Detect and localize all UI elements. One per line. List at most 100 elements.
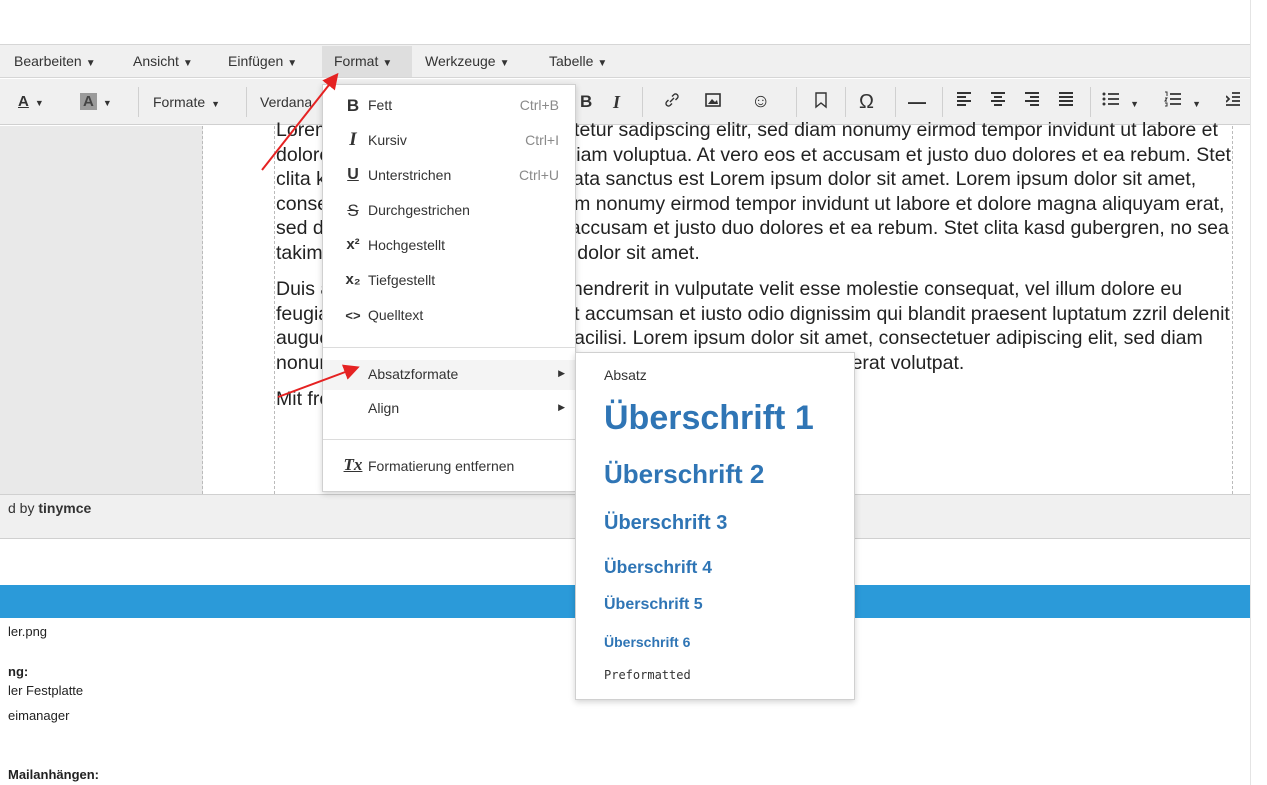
background-color-icon: A	[80, 93, 97, 110]
menu-item-label: Formatierung entfernen	[368, 458, 515, 474]
font-family-dropdown[interactable]: Verdana	[260, 91, 312, 113]
menu-item-align[interactable]: Align ▶	[323, 394, 575, 424]
align-center-button[interactable]	[990, 91, 1006, 113]
format-paragraph[interactable]: Absatz	[604, 367, 647, 383]
toolbar-divider	[246, 87, 247, 117]
menu-bearbeiten-label: Bearbeiten	[14, 53, 82, 69]
italic-button[interactable]: I	[613, 91, 620, 113]
toolbar-divider	[895, 87, 896, 117]
option-file-manager[interactable]: eimanager	[8, 708, 69, 723]
tinymce-link[interactable]: tinymce	[38, 500, 91, 516]
align-left-button[interactable]	[956, 91, 972, 113]
text-color-button[interactable]: A ▼	[18, 91, 44, 113]
menu-item-label: Align	[368, 400, 400, 416]
file-name: ler.png	[8, 624, 48, 639]
link-icon	[665, 93, 679, 107]
menu-item-strikethrough[interactable]: S Durchgestrichen	[323, 196, 575, 226]
menu-item-label: Quelltext	[368, 307, 424, 323]
paragraph-formats-submenu: Absatz Überschrift 1 Überschrift 2 Übers…	[575, 352, 855, 700]
menu-item-label: Durchgestrichen	[368, 202, 470, 218]
chevron-down-icon: ▼	[34, 98, 44, 108]
subscript-icon: x₂	[345, 271, 361, 288]
menu-item-label: Absatzformate	[368, 366, 459, 382]
image-button[interactable]	[704, 91, 722, 113]
menu-item-label: Fett	[368, 97, 393, 113]
format-heading-1[interactable]: Überschrift 1	[604, 399, 814, 438]
format-heading-5[interactable]: Überschrift 5	[604, 596, 703, 614]
menu-einfuegen-label: Einfügen	[228, 53, 284, 69]
menu-tabelle[interactable]: Tabelle ▼	[549, 53, 607, 69]
bookmark-button[interactable]	[814, 91, 828, 113]
numbered-list-icon	[1164, 91, 1181, 107]
menu-item-code[interactable]: <> Quelltext	[323, 301, 575, 331]
shortcut-label: Ctrl+U	[518, 167, 559, 183]
powered-by: d by tinymce	[8, 500, 91, 516]
menu-item-bold[interactable]: B Fett Ctrl+B	[323, 91, 575, 121]
menu-item-paragraph-formats[interactable]: Absatzformate ▶	[323, 360, 575, 390]
omega-icon: Ω	[859, 91, 874, 113]
menu-bearbeiten[interactable]: Bearbeiten ▼	[14, 53, 96, 69]
format-preformatted[interactable]: Preformatted	[604, 668, 691, 682]
background-color-button[interactable]: A ▼	[80, 91, 112, 113]
menu-format-label: Format	[334, 53, 379, 69]
bullet-list-icon	[1102, 92, 1119, 106]
chevron-down-icon: ▼	[499, 58, 510, 69]
emoticon-icon: ☺	[751, 91, 771, 112]
superscript-icon: x²	[346, 236, 360, 253]
chevron-down-icon: ▼	[211, 99, 221, 109]
top-blank-area	[0, 0, 1267, 44]
format-heading-6[interactable]: Überschrift 6	[604, 634, 690, 650]
menu-item-superscript[interactable]: x² Hochgestellt	[323, 231, 575, 261]
toolbar-divider	[138, 87, 139, 117]
chevron-down-icon: ▼	[102, 98, 112, 108]
horizontal-rule-button[interactable]: —	[908, 91, 926, 113]
bold-icon: B	[346, 96, 360, 115]
menu-item-label: Kursiv	[368, 132, 407, 148]
bookmark-icon	[815, 92, 827, 109]
image-icon	[705, 93, 721, 107]
text-color-icon: A	[18, 93, 29, 110]
editor-margin-left	[0, 126, 203, 494]
page-border-left	[274, 126, 275, 494]
menu-ansicht-label: Ansicht	[133, 53, 179, 69]
menu-format[interactable]: Format ▼	[334, 53, 392, 69]
menu-item-underline[interactable]: U Unterstrichen Ctrl+U	[323, 161, 575, 191]
align-center-icon	[991, 92, 1005, 106]
chevron-down-icon: ▼	[1192, 99, 1202, 109]
menu-werkzeuge[interactable]: Werkzeuge ▼	[425, 53, 509, 69]
format-heading-4[interactable]: Überschrift 4	[604, 557, 712, 578]
bullet-list-button[interactable]: ▼	[1102, 91, 1139, 113]
chevron-down-icon: ▼	[1130, 99, 1140, 109]
menu-item-clear-formatting[interactable]: Tx Formatierung entfernen	[323, 452, 575, 482]
link-button[interactable]	[663, 91, 681, 113]
menu-item-subscript[interactable]: x₂ Tiefgestellt	[323, 266, 575, 296]
italic-icon: I	[349, 129, 357, 150]
menu-einfuegen[interactable]: Einfügen ▼	[228, 53, 297, 69]
format-dropdown-menu: B Fett Ctrl+B I Kursiv Ctrl+I U Unterstr…	[322, 84, 576, 492]
align-left-icon	[957, 92, 971, 106]
formats-dropdown[interactable]: Formate ▼	[153, 91, 220, 113]
strikethrough-icon: S	[347, 201, 359, 220]
format-heading-3[interactable]: Überschrift 3	[604, 512, 727, 535]
align-right-button[interactable]	[1024, 91, 1040, 113]
section-label: ng:	[8, 664, 29, 679]
menu-item-italic[interactable]: I Kursiv Ctrl+I	[323, 126, 575, 156]
bold-button[interactable]: B	[580, 91, 592, 113]
emoticon-button[interactable]: ☺	[751, 91, 770, 113]
align-right-icon	[1025, 92, 1039, 106]
numbered-list-button[interactable]: ▼	[1164, 91, 1201, 113]
chevron-right-icon: ▶	[558, 368, 565, 378]
menu-ansicht[interactable]: Ansicht ▼	[133, 53, 193, 69]
mail-attachments-label: Mailanhängen:	[8, 767, 100, 782]
format-heading-2[interactable]: Überschrift 2	[604, 459, 764, 490]
indent-button[interactable]	[1225, 91, 1240, 113]
align-justify-button[interactable]	[1058, 91, 1074, 113]
special-char-button[interactable]: Ω	[859, 91, 874, 113]
menu-item-label: Hochgestellt	[368, 237, 446, 253]
option-hard-disk[interactable]: ler Festplatte	[8, 683, 83, 698]
powered-by-prefix: d by	[8, 500, 39, 516]
chevron-right-icon: ▶	[558, 402, 565, 412]
toolbar-divider	[642, 87, 643, 117]
window-edge	[1250, 0, 1267, 785]
underline-icon: U	[347, 166, 359, 183]
